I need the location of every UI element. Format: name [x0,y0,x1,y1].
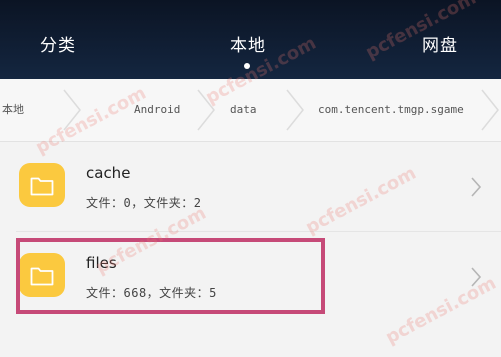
tab-category[interactable]: 分类 [20,33,96,59]
tab-local[interactable]: 本地 [210,33,286,59]
active-tab-indicator [244,63,250,69]
breadcrumb-item-data[interactable]: data [230,101,257,119]
breadcrumb-item-local[interactable]: 本地 [2,101,24,119]
tab-cloud-disk[interactable]: 网盘 [402,33,478,59]
folder-name: cache [86,164,131,182]
breadcrumb-item-package[interactable]: com.tencent.tmgp.sgame [318,101,464,119]
top-tab-bar: 分类 本地 网盘 [0,0,501,79]
folder-meta: 文件：0，文件夹：2 [86,196,202,210]
breadcrumb-item-android[interactable]: Android [134,101,180,119]
list-item-folder[interactable]: files 文件：668，文件夹：5 [0,232,501,322]
folder-icon [19,163,65,207]
folder-name: files [86,254,117,272]
file-list: cache 文件：0，文件夹：2 files 文件：668，文件夹：5 [0,142,501,357]
folder-icon [19,253,65,297]
breadcrumb-separator-icon [480,89,500,131]
chevron-right-icon [470,266,482,288]
list-item-folder[interactable]: cache 文件：0，文件夹：2 [0,142,501,232]
chevron-right-icon [470,176,482,198]
breadcrumb-separator-icon [285,89,305,131]
folder-meta: 文件：668，文件夹：5 [86,286,217,300]
breadcrumb-separator-icon [62,89,82,131]
breadcrumb: 本地 Android data com.tencent.tmgp.sgame [0,79,501,142]
breadcrumb-separator-icon [196,89,216,131]
